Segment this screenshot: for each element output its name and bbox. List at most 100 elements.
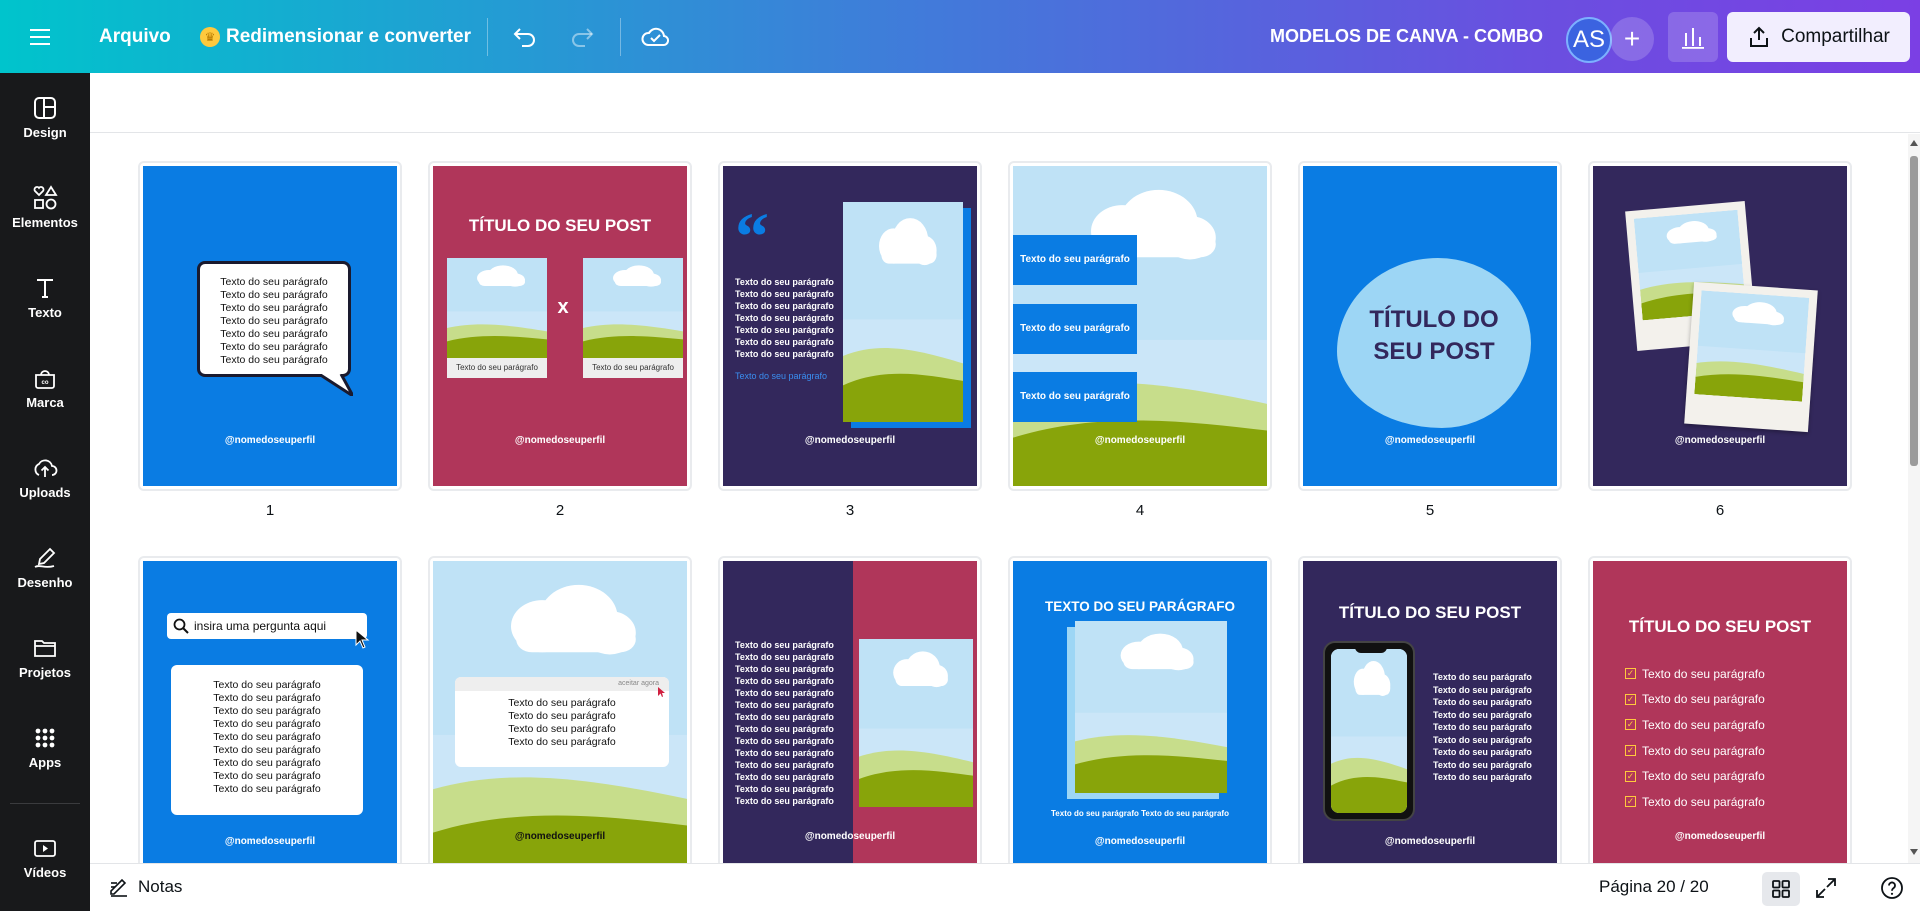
video-icon: [34, 840, 56, 857]
sidebar-item-label: Design: [23, 125, 67, 140]
paragraph-text: Texto do seu parágrafo: [1642, 794, 1765, 809]
folder-icon: [34, 640, 56, 657]
sidebar-item-projects[interactable]: Projetos: [0, 635, 90, 715]
context-toolbar: [90, 73, 1920, 133]
page-number: 4: [1135, 502, 1145, 519]
page-thumbnail-8[interactable]: aceitar agora Texto do seu parágrafo Tex…: [428, 556, 692, 863]
redo-icon: [572, 27, 594, 47]
page-number: 3: [845, 502, 855, 519]
sidebar-item-brand[interactable]: co Marca: [0, 365, 90, 445]
paragraph-text: Texto do seu parágrafo: [735, 337, 834, 347]
undo-button[interactable]: [512, 0, 538, 73]
page-thumbnail-9[interactable]: Texto do seu parágrafo Texto do seu pará…: [718, 556, 982, 863]
paragraph-text: Texto do seu parágrafo: [735, 688, 834, 698]
speech-bubble: Texto do seu parágrafo Texto do seu pará…: [197, 261, 351, 377]
sidebar-item-label: Desenho: [17, 575, 73, 590]
sidebar-item-apps[interactable]: Apps: [0, 725, 90, 805]
paragraph-text: Texto do seu parágrafo: [735, 371, 828, 381]
profile-handle: @nomedoseuperfil: [1674, 435, 1766, 446]
redo-button[interactable]: [569, 0, 595, 73]
scrollbar-thumb[interactable]: [1910, 156, 1918, 466]
checklist-item: ✓ Texto do seu parágrafo: [1625, 687, 1765, 713]
page-thumbnail-7[interactable]: insira uma pergunta aqui Texto do seu pa…: [138, 556, 402, 863]
cloud-save-status[interactable]: [641, 0, 669, 73]
page-thumbnail-11[interactable]: TÍTULO DO SEU POST Texto do seu parágraf…: [1298, 556, 1562, 863]
post-title: TÍTULO DO SEU POST: [1338, 603, 1522, 622]
paragraph-box: Texto do seu parágrafo: [1013, 235, 1137, 285]
title-line: SEU POST: [1373, 338, 1495, 365]
sidebar-item-text[interactable]: Texto: [0, 275, 90, 355]
menu-button[interactable]: [30, 0, 52, 73]
page-thumbnail-6[interactable]: @nomedoseuperfil: [1588, 161, 1852, 491]
hamburger-icon: [30, 28, 50, 45]
sidebar-item-draw[interactable]: Desenho: [0, 545, 90, 625]
scroll-up-arrow-icon[interactable]: [1910, 140, 1918, 146]
checkbox-icon: ✓: [1625, 770, 1636, 782]
upload-icon: [34, 459, 58, 477]
paragraph-text: Texto do seu parágrafo: [220, 315, 328, 327]
page-thumbnail-5[interactable]: TÍTULO DO SEU POST @nomedoseuperfil: [1298, 161, 1562, 491]
page-thumbnail-10[interactable]: TEXTO DO SEU PARÁGRAFO Texto do seu pará…: [1008, 556, 1272, 863]
add-collaborator-button[interactable]: +: [1610, 17, 1654, 61]
post-title: TEXTO DO SEU PARÁGRAFO: [1044, 599, 1235, 614]
sidebar-item-elements[interactable]: Elementos: [0, 185, 90, 265]
paragraph-text: Texto do seu parágrafo: [1433, 672, 1532, 682]
page-thumbnail-1[interactable]: Texto do seu parágrafo Texto do seu pará…: [138, 161, 402, 491]
paragraph-text: Texto do seu parágrafo: [220, 328, 328, 340]
paragraph-text: Texto do seu parágrafo: [1433, 722, 1532, 732]
profile-handle: @nomedoseuperfil: [1674, 831, 1766, 842]
page-number: 1: [265, 502, 275, 519]
sidebar: Design Elementos Texto co Marca Uploads …: [0, 73, 90, 911]
insights-button[interactable]: [1668, 12, 1718, 62]
phone-mockup: [1323, 641, 1415, 821]
sidebar-item-uploads[interactable]: Uploads: [0, 455, 90, 535]
paragraph-text: Texto do seu parágrafo: [735, 748, 834, 758]
file-menu[interactable]: Arquivo: [99, 0, 171, 73]
sidebar-item-design[interactable]: Design: [0, 95, 90, 175]
scroll-down-arrow-icon[interactable]: [1910, 849, 1918, 855]
elements-icon: [33, 185, 58, 210]
help-icon: [1881, 877, 1903, 899]
pages-grid: Texto do seu parágrafo Texto do seu pará…: [90, 134, 1920, 863]
cursor-icon: [355, 629, 370, 649]
paragraph-block: Texto do seu parágrafo Texto do seu pará…: [735, 276, 845, 382]
draw-icon: [34, 547, 56, 568]
resize-button[interactable]: ♛ Redimensionar e converter: [200, 0, 471, 73]
page-thumbnail-12[interactable]: TÍTULO DO SEU POST ✓ Texto do seu parágra…: [1588, 556, 1852, 863]
profile-handle: @nomedoseuperfil: [224, 836, 316, 847]
profile-handle: @nomedoseuperfil: [1094, 836, 1186, 847]
page-thumbnail-2[interactable]: TÍTULO DO SEU POST Texto do seu parágraf…: [428, 161, 692, 491]
paragraph-text: Texto do seu parágrafo: [220, 302, 328, 314]
paragraph-text: Texto do seu parágrafo: [220, 276, 328, 288]
paragraph-text: Texto do seu parágrafo: [735, 796, 834, 806]
versus-mark: x: [557, 296, 569, 318]
help-button[interactable]: [1880, 876, 1904, 905]
paragraph-text: Texto do seu parágrafo: [735, 736, 834, 746]
fullscreen-button[interactable]: [1814, 876, 1838, 905]
image-placeholder: [447, 258, 547, 358]
bubble-tail: [319, 374, 353, 396]
apps-icon: [35, 728, 55, 748]
profile-handle: @nomedoseuperfil: [1384, 836, 1476, 847]
paragraph-text: Texto do seu parágrafo: [213, 705, 321, 717]
image-placeholder: [843, 202, 963, 422]
page-thumbnail-3[interactable]: “ Texto do seu parágrafo Texto do seu pa…: [718, 161, 982, 491]
grid-view-button[interactable]: [1762, 872, 1800, 906]
profile-handle: @nomedoseuperfil: [804, 435, 896, 446]
paragraph-text: Texto do seu parágrafo: [735, 652, 834, 662]
notes-icon: [110, 878, 127, 897]
sidebar-item-videos[interactable]: Vídeos: [0, 835, 90, 915]
paragraph-text: Texto do seu parágrafo: [1433, 697, 1532, 707]
page-thumbnail-4[interactable]: Texto do seu parágrafo Texto do seu pará…: [1008, 161, 1272, 491]
avatar[interactable]: AS: [1566, 17, 1612, 63]
brand-icon: co: [35, 370, 55, 389]
share-button[interactable]: Compartilhar: [1727, 12, 1910, 62]
top-bar: Arquivo ♛ Redimensionar e converter MODE…: [0, 0, 1920, 73]
notes-button[interactable]: Notas: [108, 876, 182, 898]
page-indicator[interactable]: Página 20 / 20: [1599, 877, 1709, 897]
sidebar-divider: [10, 803, 80, 804]
project-title[interactable]: MODELOS DE CANVA - COMBO: [1270, 0, 1543, 73]
divider: [487, 18, 488, 56]
paragraph-text: Texto do seu parágrafo: [508, 723, 616, 735]
paragraph-block: Texto do seu parágrafo Texto do seu pará…: [1433, 671, 1557, 784]
